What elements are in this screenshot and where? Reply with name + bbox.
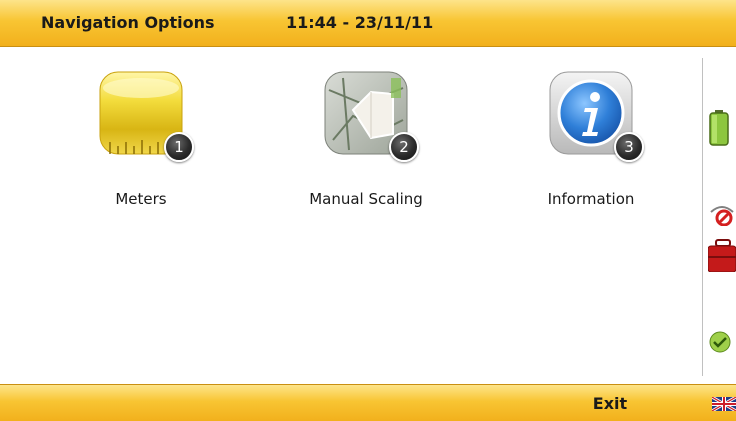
- footer-bar: Exit: [0, 384, 736, 421]
- battery-full-icon: [708, 110, 730, 150]
- check-icon: [708, 330, 732, 358]
- info-icon: 3: [548, 70, 644, 162]
- screen: Navigation Options 11:44 - 23/11/11 1 Me…: [0, 0, 736, 421]
- gps-off-icon: [708, 202, 736, 230]
- badge-1: 1: [164, 132, 194, 162]
- briefcase-icon: [707, 238, 736, 276]
- page-title: Navigation Options: [41, 13, 215, 32]
- exit-button[interactable]: Exit: [560, 385, 660, 421]
- header-bar: Navigation Options 11:44 - 23/11/11: [0, 0, 736, 47]
- badge-3: 3: [614, 132, 644, 162]
- menu-item-label: Manual Scaling: [309, 190, 423, 208]
- map-icon: 2: [323, 70, 419, 162]
- menu-item-meters[interactable]: 1 Meters: [58, 64, 218, 224]
- badge-2: 2: [389, 132, 419, 162]
- menu-item-information[interactable]: 3 Information: [508, 64, 668, 224]
- ruler-icon: 1: [98, 70, 194, 162]
- menu-item-label: Meters: [115, 190, 167, 208]
- menu-item-manual-scaling[interactable]: 2 Manual Scaling: [283, 64, 443, 224]
- clock-date: 11:44 - 23/11/11: [286, 13, 434, 32]
- menu-item-label: Information: [547, 190, 635, 208]
- side-divider: [702, 58, 703, 376]
- uk-flag-icon[interactable]: [711, 395, 736, 413]
